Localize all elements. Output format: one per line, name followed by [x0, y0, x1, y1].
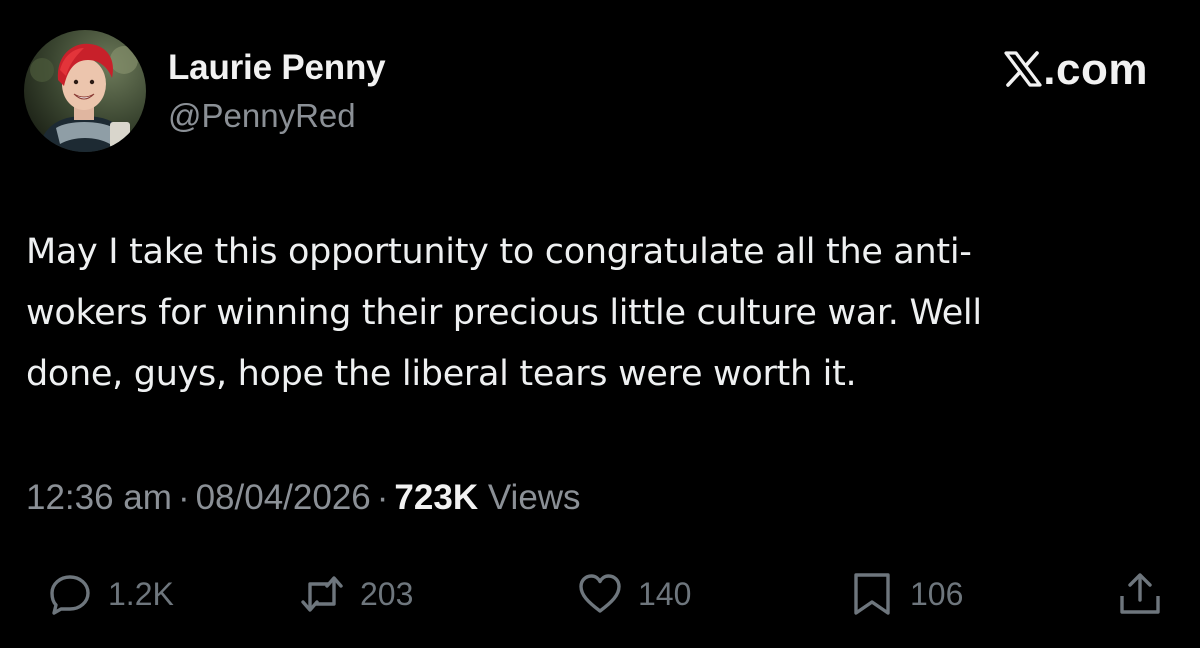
x-logo-icon [1004, 51, 1042, 87]
repost-count: 203 [360, 575, 414, 612]
tweet-time[interactable]: 12:36 am [26, 478, 172, 517]
avatar[interactable] [24, 30, 146, 152]
x-brand-watermark: .com [1004, 45, 1148, 95]
share-button[interactable] [1118, 566, 1162, 622]
reply-count: 1.2K [108, 575, 174, 612]
reply-icon [50, 575, 90, 615]
brand-domain-label: .com [1043, 45, 1148, 94]
tweet-text-line: done, guys, hope the liberal tears were … [26, 354, 857, 394]
tweet-text-line: May I take this opportunity to congratul… [26, 232, 972, 272]
bookmark-button[interactable]: 106 [850, 566, 963, 622]
bookmark-icon [854, 573, 890, 615]
tweet-text: May I take this opportunity to congratul… [26, 222, 1176, 405]
heart-icon [579, 574, 621, 613]
views-count: 723K [394, 478, 479, 517]
author-handle[interactable]: @PennyRed [168, 97, 356, 135]
repost-icon [301, 576, 343, 612]
like-count: 140 [638, 575, 692, 612]
bookmark-count: 106 [910, 575, 964, 612]
profile-photo [24, 30, 146, 152]
reply-button[interactable]: 1.2K [48, 566, 174, 622]
meta-separator: · [177, 478, 190, 517]
views-label: Views [487, 478, 581, 517]
share-icon [1120, 573, 1160, 614]
tweet-meta: 12:36 am · 08/04/2026 · 723K Views [26, 478, 581, 518]
tweet-text-line: wokers for winning their precious little… [26, 293, 982, 333]
meta-separator: · [376, 478, 389, 517]
author-display-name[interactable]: Laurie Penny [168, 48, 386, 88]
like-button[interactable]: 140 [578, 566, 691, 622]
tweet-date[interactable]: 08/04/2026 [196, 478, 371, 517]
tweet-action-bar: 1.2K 203 140 106 [0, 566, 1200, 622]
repost-button[interactable]: 203 [300, 566, 413, 622]
tweet-card: Laurie Penny @PennyRed .com May I take t… [0, 0, 1200, 648]
